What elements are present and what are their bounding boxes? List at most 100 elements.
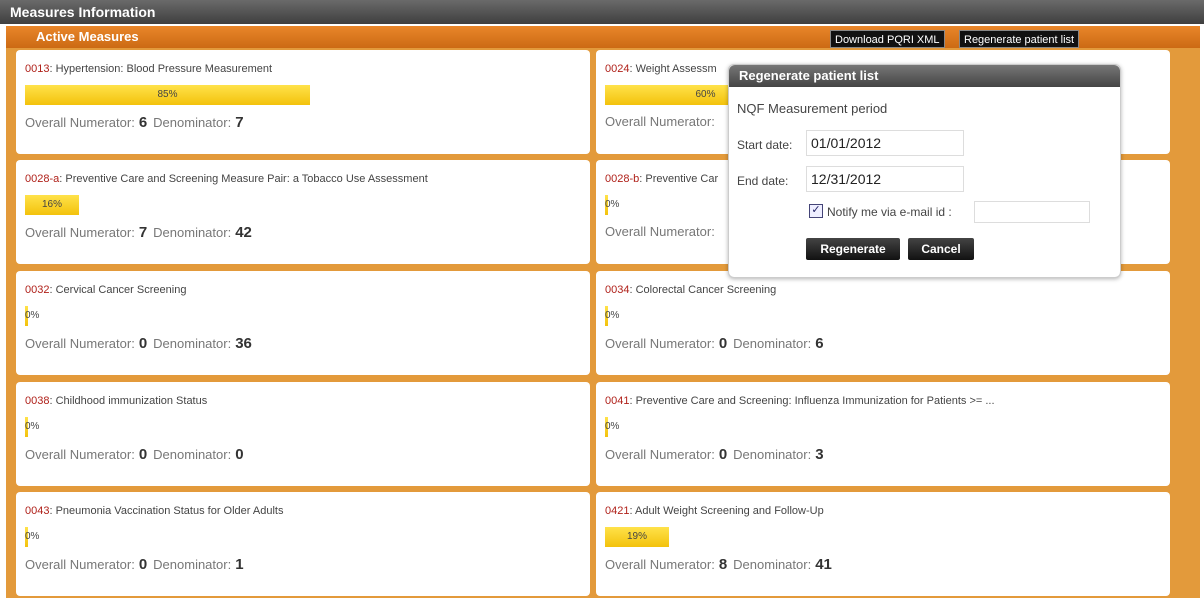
period-label: NQF Measurement period bbox=[737, 101, 888, 116]
measure-name: : Hypertension: Blood Pressure Measureme… bbox=[49, 63, 273, 75]
measure-stats: Overall Numerator: 0 Denominator: 0 bbox=[25, 446, 250, 463]
numerator-value: 8 bbox=[718, 556, 728, 573]
notify-checkbox[interactable]: ✓ bbox=[809, 204, 823, 218]
numerator-label: Overall Numerator: bbox=[25, 557, 135, 572]
measure-title[interactable]: 0024: Weight Assessm bbox=[605, 63, 717, 75]
denominator-label: Denominator: bbox=[153, 557, 232, 572]
numerator-label: Overall Numerator: bbox=[605, 557, 715, 572]
measure-name: : Preventive Care and Screening: Influen… bbox=[629, 395, 995, 407]
measure-title[interactable]: 0038: Childhood immunization Status bbox=[25, 395, 207, 407]
measure-title[interactable]: 0034: Colorectal Cancer Screening bbox=[605, 284, 776, 296]
measure-code: 0032 bbox=[25, 284, 50, 296]
denominator-value: 42 bbox=[235, 224, 252, 241]
measure-title[interactable]: 0028-b: Preventive Car bbox=[605, 173, 718, 185]
measure-name: : Preventive Care and Screening Measure … bbox=[59, 173, 428, 185]
measure-code: 0028-b bbox=[605, 173, 640, 185]
measure-stats: Overall Numerator: bbox=[605, 224, 715, 239]
numerator-label: Overall Numerator: bbox=[25, 225, 135, 240]
progress-label: 85% bbox=[157, 89, 178, 100]
measure-title[interactable]: 0013: Hypertension: Blood Pressure Measu… bbox=[25, 63, 272, 75]
measure-stats: Overall Numerator: 0 Denominator: 1 bbox=[25, 556, 250, 573]
measure-card[interactable]: 0028-a: Preventive Care and Screening Me… bbox=[16, 160, 590, 264]
email-field[interactable] bbox=[974, 201, 1090, 223]
denominator-label: Denominator: bbox=[733, 336, 812, 351]
numerator-label: Overall Numerator: bbox=[25, 115, 135, 130]
measure-card[interactable]: 0013: Hypertension: Blood Pressure Measu… bbox=[16, 50, 590, 154]
cancel-button[interactable]: Cancel bbox=[908, 238, 974, 260]
measure-stats: Overall Numerator: 0 Denominator: 36 bbox=[25, 335, 258, 352]
measure-code: 0421 bbox=[605, 505, 630, 517]
measure-title[interactable]: 0043: Pneumonia Vaccination Status for O… bbox=[25, 505, 283, 517]
numerator-label: Overall Numerator: bbox=[605, 447, 715, 462]
denominator-value: 3 bbox=[815, 446, 824, 463]
measure-code: 0024 bbox=[605, 63, 630, 75]
measure-name: : Childhood immunization Status bbox=[49, 395, 208, 407]
denominator-label: Denominator: bbox=[153, 336, 232, 351]
measure-stats: Overall Numerator: 8 Denominator: 41 bbox=[605, 556, 838, 573]
numerator-value: 0 bbox=[718, 446, 728, 463]
progress-label: 0% bbox=[25, 421, 40, 432]
denominator-value: 36 bbox=[235, 335, 252, 352]
dialog-title: Regenerate patient list bbox=[729, 65, 1120, 87]
denominator-label: Denominator: bbox=[733, 557, 812, 572]
measure-card[interactable]: 0043: Pneumonia Vaccination Status for O… bbox=[16, 492, 590, 596]
download-pqri-xml-button[interactable]: Download PQRI XML bbox=[830, 30, 945, 48]
numerator-label: Overall Numerator: bbox=[25, 336, 135, 351]
measure-card[interactable]: 0032: Cervical Cancer Screening 0% Overa… bbox=[16, 271, 590, 375]
measure-stats: Overall Numerator: bbox=[605, 114, 715, 129]
measure-title[interactable]: 0028-a: Preventive Care and Screening Me… bbox=[25, 173, 428, 185]
end-date-input[interactable] bbox=[806, 166, 964, 192]
numerator-value: 0 bbox=[718, 335, 728, 352]
measure-card[interactable]: 0421: Adult Weight Screening and Follow-… bbox=[596, 492, 1170, 596]
measure-name: : Preventive Car bbox=[639, 173, 719, 185]
start-date-input[interactable] bbox=[806, 130, 964, 156]
measure-code: 0041 bbox=[605, 395, 630, 407]
numerator-value: 0 bbox=[138, 335, 148, 352]
measure-stats: Overall Numerator: 6 Denominator: 7 bbox=[25, 114, 250, 131]
denominator-label: Denominator: bbox=[153, 115, 232, 130]
progress-label: 0% bbox=[605, 199, 620, 210]
measure-name: : Pneumonia Vaccination Status for Older… bbox=[49, 505, 284, 517]
numerator-value: 0 bbox=[138, 556, 148, 573]
denominator-label: Denominator: bbox=[153, 225, 232, 240]
progress-label: 16% bbox=[41, 199, 62, 210]
measure-stats: Overall Numerator: 0 Denominator: 3 bbox=[605, 446, 830, 463]
regenerate-button[interactable]: Regenerate bbox=[806, 238, 900, 260]
measure-code: 0034 bbox=[605, 284, 630, 296]
numerator-value: 0 bbox=[138, 446, 148, 463]
measure-stats: Overall Numerator: 0 Denominator: 6 bbox=[605, 335, 830, 352]
panel-title: Active Measures bbox=[36, 29, 139, 44]
progress-label: 0% bbox=[605, 421, 620, 432]
measure-card[interactable]: 0034: Colorectal Cancer Screening 0% Ove… bbox=[596, 271, 1170, 375]
progress-label: 19% bbox=[626, 531, 647, 542]
progress-label: 0% bbox=[25, 310, 40, 321]
measure-card[interactable]: 0041: Preventive Care and Screening: Inf… bbox=[596, 382, 1170, 486]
measure-name: : Adult Weight Screening and Follow-Up bbox=[629, 505, 824, 517]
measure-title[interactable]: 0041: Preventive Care and Screening: Inf… bbox=[605, 395, 995, 407]
measure-title[interactable]: 0421: Adult Weight Screening and Follow-… bbox=[605, 505, 824, 517]
measure-name: : Cervical Cancer Screening bbox=[49, 284, 187, 296]
denominator-value: 41 bbox=[815, 556, 832, 573]
progress-label: 0% bbox=[25, 531, 40, 542]
denominator-value: 0 bbox=[235, 446, 244, 463]
numerator-label: Overall Numerator: bbox=[605, 114, 715, 129]
denominator-label: Denominator: bbox=[733, 447, 812, 462]
progress-label: 0% bbox=[605, 310, 620, 321]
measure-card[interactable]: 0038: Childhood immunization Status 0% O… bbox=[16, 382, 590, 486]
notify-label: Notify me via e-mail id : bbox=[827, 205, 952, 219]
denominator-value: 7 bbox=[235, 114, 244, 131]
measure-title[interactable]: 0032: Cervical Cancer Screening bbox=[25, 284, 186, 296]
measure-code: 0028-a bbox=[25, 173, 60, 185]
numerator-value: 6 bbox=[138, 114, 148, 131]
denominator-label: Denominator: bbox=[153, 447, 232, 462]
measure-stats: Overall Numerator: 7 Denominator: 42 bbox=[25, 224, 258, 241]
measure-code: 0013 bbox=[25, 63, 50, 75]
denominator-value: 6 bbox=[815, 335, 824, 352]
measure-code: 0038 bbox=[25, 395, 50, 407]
denominator-value: 1 bbox=[235, 556, 244, 573]
window-title: Measures Information bbox=[0, 0, 1204, 24]
regenerate-patient-list-button[interactable]: Regenerate patient list bbox=[959, 30, 1080, 48]
numerator-label: Overall Numerator: bbox=[605, 336, 715, 351]
numerator-label: Overall Numerator: bbox=[25, 447, 135, 462]
end-date-label: End date: bbox=[737, 174, 789, 188]
